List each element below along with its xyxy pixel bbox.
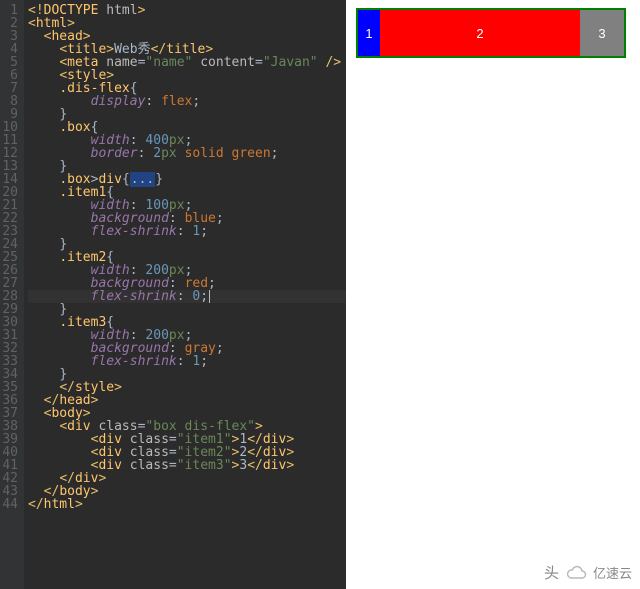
code-line[interactable]: flex-shrink: 1; — [28, 355, 346, 368]
code-editor[interactable]: 1234567891011121314202122232425262728293… — [0, 0, 346, 589]
preview-pane: 123 头 亿速云 — [346, 0, 640, 589]
flex-item-2: 2 — [380, 10, 580, 56]
flex-item-3: 3 — [580, 10, 624, 56]
code-line[interactable]: display: flex; — [28, 95, 346, 108]
watermark-brand: 亿速云 — [593, 563, 632, 582]
line-number-gutter: 1234567891011121314202122232425262728293… — [0, 0, 24, 589]
watermark: 头 亿速云 — [544, 562, 632, 583]
code-line[interactable]: border: 2px solid green; — [28, 147, 346, 160]
text-cursor — [209, 290, 210, 303]
flex-item-1: 1 — [358, 10, 380, 56]
code-line[interactable]: </html> — [28, 498, 346, 511]
line-number: 44 — [0, 498, 18, 511]
cloud-icon — [565, 565, 587, 581]
code-line[interactable]: flex-shrink: 1; — [28, 225, 346, 238]
code-area[interactable]: <!DOCTYPE html><html> <head> <title>Web秀… — [24, 0, 346, 589]
flex-box-demo: 123 — [356, 8, 626, 58]
watermark-char: 头 — [544, 562, 559, 583]
code-line[interactable]: <!DOCTYPE html> — [28, 4, 346, 17]
code-line[interactable]: flex-shrink: 0; — [28, 290, 346, 303]
